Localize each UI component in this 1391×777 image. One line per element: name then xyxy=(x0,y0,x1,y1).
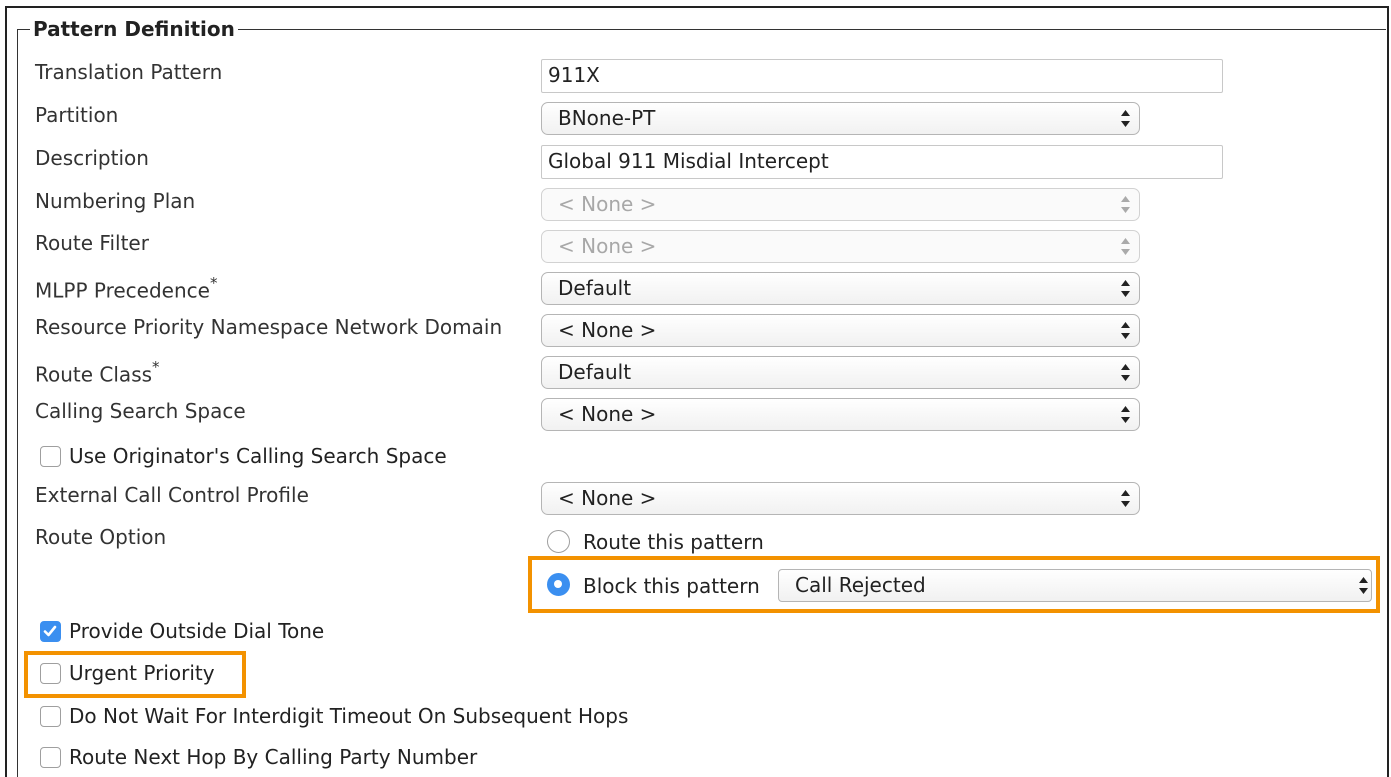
mlpp-precedence-label: MLPP Precedence* xyxy=(35,274,218,303)
route-filter-select: < None > xyxy=(541,230,1140,263)
section-legend: Pattern Definition xyxy=(30,16,238,42)
numbering-plan-label: Numbering Plan xyxy=(35,189,196,213)
mlpp-precedence-value: Default xyxy=(558,276,632,300)
urgent-priority-checkbox[interactable] xyxy=(40,663,61,684)
partition-value: BNone-PT xyxy=(558,106,656,130)
description-input[interactable]: Global 911 Misdial Intercept xyxy=(541,145,1223,179)
description-label: Description xyxy=(35,146,149,170)
route-option-label: Route Option xyxy=(35,525,167,549)
route-class-select[interactable]: Default xyxy=(541,356,1140,389)
route-next-hop-checkbox[interactable] xyxy=(40,747,61,768)
resource-priority-label: Resource Priority Namespace Network Doma… xyxy=(35,315,503,339)
translation-pattern-label: Translation Pattern xyxy=(35,60,223,84)
block-this-pattern-radio[interactable] xyxy=(547,573,570,596)
provide-outside-dial-tone-checkbox[interactable] xyxy=(40,621,61,642)
do-not-wait-label: Do Not Wait For Interdigit Timeout On Su… xyxy=(69,704,629,728)
partition-select[interactable]: BNone-PT xyxy=(541,102,1140,135)
resource-priority-value: < None > xyxy=(558,318,657,342)
mlpp-precedence-select[interactable]: Default xyxy=(541,272,1140,305)
route-next-hop-label: Route Next Hop By Calling Party Number xyxy=(69,745,478,769)
provide-outside-dial-tone-label: Provide Outside Dial Tone xyxy=(69,619,325,643)
external-call-control-value: < None > xyxy=(558,486,657,510)
numbering-plan-value: < None > xyxy=(558,192,657,216)
route-filter-label: Route Filter xyxy=(35,231,149,255)
calling-search-space-select[interactable]: < None > xyxy=(541,398,1140,431)
external-call-control-select[interactable]: < None > xyxy=(541,482,1140,515)
do-not-wait-checkbox[interactable] xyxy=(40,706,61,727)
use-originator-css-label: Use Originator's Calling Search Space xyxy=(69,444,447,468)
calling-search-space-value: < None > xyxy=(558,402,657,426)
partition-label: Partition xyxy=(35,103,119,127)
route-class-label: Route Class* xyxy=(35,358,160,387)
route-filter-value: < None > xyxy=(558,234,657,258)
select-arrows-icon xyxy=(1121,406,1130,423)
select-arrows-icon xyxy=(1121,322,1130,339)
block-reason-value: Call Rejected xyxy=(795,573,926,597)
external-call-control-label: External Call Control Profile xyxy=(35,483,309,507)
route-this-pattern-label: Route this pattern xyxy=(583,530,764,554)
use-originator-css-checkbox[interactable] xyxy=(40,446,61,467)
urgent-priority-label: Urgent Priority xyxy=(69,661,215,685)
route-class-value: Default xyxy=(558,360,632,384)
required-asterisk: * xyxy=(209,274,218,292)
resource-priority-select[interactable]: < None > xyxy=(541,314,1140,347)
required-asterisk: * xyxy=(152,358,160,376)
block-reason-select[interactable]: Call Rejected xyxy=(778,569,1372,602)
route-this-pattern-radio[interactable] xyxy=(547,530,570,553)
select-arrows-icon xyxy=(1121,196,1130,213)
select-arrows-icon xyxy=(1121,238,1130,255)
select-arrows-icon xyxy=(1121,490,1130,507)
numbering-plan-select: < None > xyxy=(541,188,1140,221)
block-this-pattern-label: Block this pattern xyxy=(583,574,760,598)
translation-pattern-input[interactable]: 911X xyxy=(541,59,1223,93)
select-arrows-icon xyxy=(1121,280,1130,297)
select-arrows-icon xyxy=(1121,110,1130,127)
select-arrows-icon xyxy=(1359,577,1368,594)
checkmark-icon xyxy=(43,625,57,637)
calling-search-space-label: Calling Search Space xyxy=(35,399,246,423)
select-arrows-icon xyxy=(1121,364,1130,381)
